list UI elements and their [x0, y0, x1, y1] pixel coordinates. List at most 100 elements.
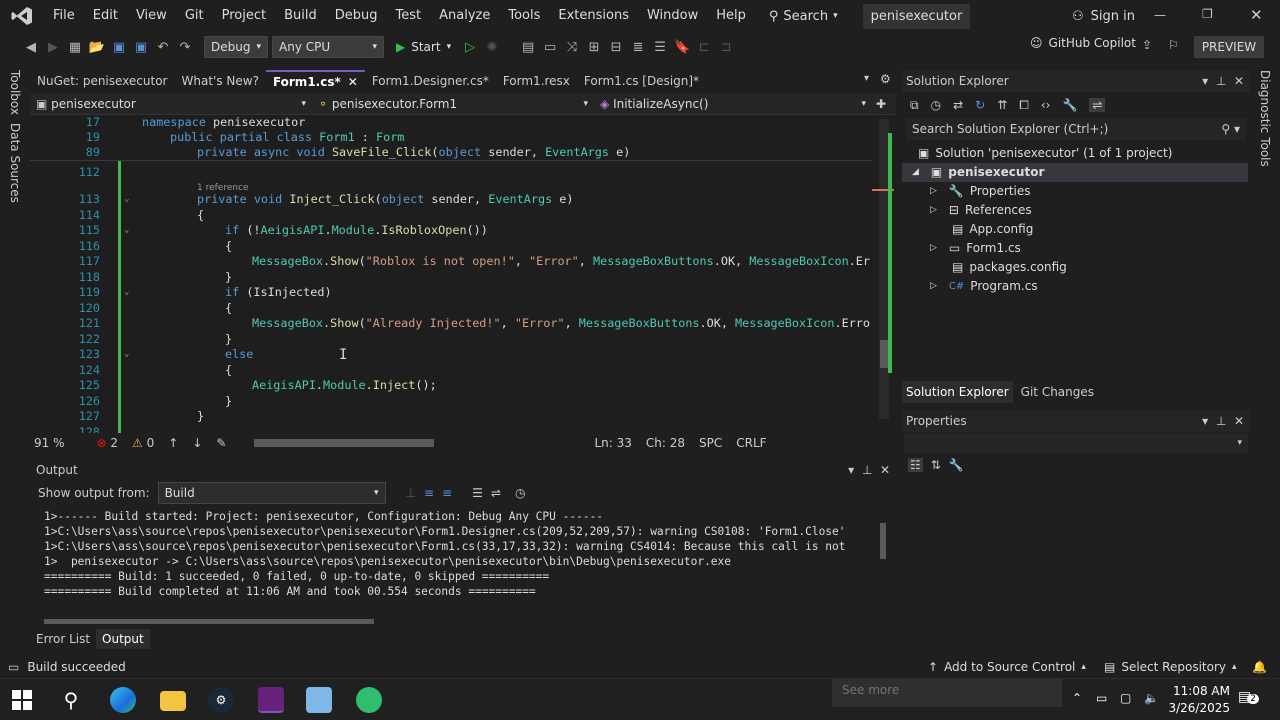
- menu-item-test[interactable]: Test: [387, 0, 431, 32]
- collapse-all-icon[interactable]: ⇈: [997, 98, 1007, 112]
- close-window-button[interactable]: ✕: [1250, 6, 1270, 24]
- code-line[interactable]: }: [197, 409, 204, 425]
- close-icon[interactable]: ✕: [1234, 414, 1244, 428]
- property-pages-icon[interactable]: 🔧: [949, 458, 964, 472]
- menu-item-extensions[interactable]: Extensions: [549, 0, 638, 32]
- code-line[interactable]: private void Inject_Click(object sender,…: [197, 192, 574, 208]
- menu-item-file[interactable]: File: [44, 0, 84, 32]
- error-count[interactable]: ⊗ 2: [97, 436, 119, 450]
- code-line[interactable]: }: [225, 332, 232, 348]
- notepad-icon[interactable]: [306, 687, 332, 713]
- history-icon[interactable]: ◷: [931, 98, 941, 112]
- step-icon[interactable]: ⤨: [563, 36, 581, 58]
- sticky-line[interactable]: namespace penisexecutor: [142, 115, 305, 131]
- bottom-tab-output[interactable]: Output: [96, 629, 150, 649]
- output-horizontal-scrollbar[interactable]: [44, 619, 864, 625]
- share-icon[interactable]: ⇪: [1142, 38, 1152, 52]
- document-tab[interactable]: Form1.cs [Design]*: [577, 70, 706, 92]
- save-icon[interactable]: ▣: [110, 36, 128, 58]
- editor-vertical-scrollbar[interactable]: [872, 115, 896, 433]
- notification-center-icon[interactable]: ▤2: [1238, 689, 1259, 705]
- format-icon[interactable]: ⊟: [607, 36, 625, 58]
- clear-all-icon[interactable]: ☰: [472, 486, 483, 500]
- menu-item-project[interactable]: Project: [213, 0, 275, 32]
- undo-icon[interactable]: ↶: [154, 36, 172, 58]
- document-tab[interactable]: Form1.Designer.cs*: [365, 70, 496, 92]
- indent-icon[interactable]: ≣: [629, 36, 647, 58]
- feedback-icon[interactable]: ⚐: [1168, 38, 1179, 52]
- align-icon[interactable]: ⊞: [585, 36, 603, 58]
- panel-menu-icon[interactable]: ▾: [1202, 74, 1208, 88]
- zoom-level[interactable]: 91 %: [34, 436, 65, 450]
- tree-item-program[interactable]: ▷ C# Program.cs: [930, 277, 1038, 296]
- chevron-up-icon[interactable]: ⌃: [1072, 691, 1082, 705]
- search-icon[interactable]: ⚲: [58, 687, 84, 713]
- document-tab[interactable]: What's New?: [175, 70, 266, 92]
- timestamp-icon[interactable]: ◷: [515, 486, 525, 500]
- switch-views-icon[interactable]: ⧉: [910, 98, 919, 113]
- new-project-icon[interactable]: ▦: [66, 36, 84, 58]
- signin-button[interactable]: ⚇ Sign in: [1072, 0, 1135, 32]
- menu-item-git[interactable]: Git: [176, 0, 213, 32]
- down-arrow-icon[interactable]: ↓: [192, 436, 202, 450]
- maximize-button[interactable]: ❐: [1202, 7, 1222, 21]
- up-arrow-icon[interactable]: ↑: [168, 436, 178, 450]
- find-message-icon[interactable]: ⊥: [406, 486, 416, 500]
- network-icon[interactable]: ▢: [1120, 691, 1131, 705]
- project-node[interactable]: ◢ ▣ penisexecutor: [902, 163, 1248, 182]
- bookmark-icon[interactable]: 🔖: [673, 36, 691, 58]
- code-line[interactable]: {: [225, 301, 232, 317]
- tree-item-properties[interactable]: ▷ 🔧 Properties: [930, 182, 1031, 201]
- line-ending-indicator[interactable]: CRLF: [736, 436, 766, 450]
- panel-menu-icon[interactable]: ▾: [1202, 414, 1208, 428]
- code-line[interactable]: }: [225, 394, 232, 410]
- properties-icon[interactable]: 🔧: [1062, 98, 1077, 112]
- menu-item-tools[interactable]: Tools: [499, 0, 549, 32]
- tree-item-packages-config[interactable]: ▤ packages.config: [952, 258, 1067, 277]
- file-explorer-icon[interactable]: [160, 691, 186, 711]
- tree-item-app-config[interactable]: ▤ App.config: [952, 220, 1033, 239]
- project-selector[interactable]: ▣ penisexecutor ▾: [30, 94, 312, 114]
- tab-overflow-icon[interactable]: ▾: [864, 73, 869, 84]
- menu-item-debug[interactable]: Debug: [326, 0, 387, 32]
- preview-badge[interactable]: PREVIEW: [1194, 36, 1264, 58]
- close-icon[interactable]: ✕: [1234, 74, 1244, 88]
- platform-dropdown[interactable]: Any CPU ▾: [272, 36, 384, 58]
- panel-menu-icon[interactable]: ▾: [848, 463, 854, 477]
- line-indicator[interactable]: Ln: 33: [594, 436, 631, 450]
- show-all-files-icon[interactable]: ⧠: [1019, 98, 1029, 113]
- pin-icon[interactable]: ⊥: [862, 463, 872, 477]
- select-repository-button[interactable]: ▤ Select Repository ▴: [1104, 660, 1237, 674]
- add-to-source-control-button[interactable]: ↑ Add to Source Control ▴: [928, 660, 1086, 674]
- sticky-line[interactable]: public partial class Form1 : Form: [170, 130, 404, 146]
- alphabetical-icon[interactable]: ⇅: [931, 458, 941, 472]
- scroll-thumb[interactable]: [880, 340, 888, 368]
- search-box[interactable]: ⚲ Search ▾: [769, 9, 838, 24]
- tree-item-form1[interactable]: ▷ ▭ Form1.cs: [930, 239, 1021, 258]
- code-line[interactable]: {: [225, 239, 232, 255]
- member-selector[interactable]: ◈ InitializeAsync() ▾: [594, 94, 872, 114]
- document-tab[interactable]: NuGet: penisexecutor: [30, 70, 175, 92]
- monitor-icon[interactable]: ▭: [1096, 691, 1107, 705]
- menu-item-window[interactable]: Window: [638, 0, 707, 32]
- close-tab-icon[interactable]: ✕: [348, 71, 358, 93]
- windows-start-icon[interactable]: [12, 690, 32, 710]
- diagnostic-tools-tab[interactable]: Diagnostic Tools: [1258, 70, 1272, 167]
- toolbox-tab[interactable]: Toolbox: [8, 70, 22, 115]
- pin-icon[interactable]: ⊥: [1216, 74, 1226, 88]
- output-text[interactable]: 1>------ Build started: Project: penisex…: [30, 509, 876, 609]
- whitespace-indicator[interactable]: SPC: [699, 436, 722, 450]
- code-line[interactable]: MessageBox.Show("Roblox is not open!", "…: [252, 254, 872, 270]
- open-folder-icon[interactable]: 📂: [88, 36, 106, 58]
- bookmark-prev-icon[interactable]: ⊏: [695, 36, 713, 58]
- column-indicator[interactable]: Ch: 28: [646, 436, 685, 450]
- code-line[interactable]: {: [225, 363, 232, 379]
- refresh-icon[interactable]: ↻: [975, 98, 985, 112]
- code-editor[interactable]: 17 namespace penisexecutor 19 public parti…: [30, 115, 872, 433]
- code-line[interactable]: if (!AeigisAPI.Module.IsRobloxOpen()): [225, 223, 488, 239]
- code-line[interactable]: }: [225, 270, 232, 286]
- solution-search-box[interactable]: Search Solution Explorer (Ctrl+;) ⚲ ▾: [906, 118, 1246, 140]
- steam-icon[interactable]: ⚙: [208, 687, 234, 713]
- code-line[interactable]: {: [197, 208, 204, 224]
- collapse-icon[interactable]: ⌄: [124, 223, 129, 239]
